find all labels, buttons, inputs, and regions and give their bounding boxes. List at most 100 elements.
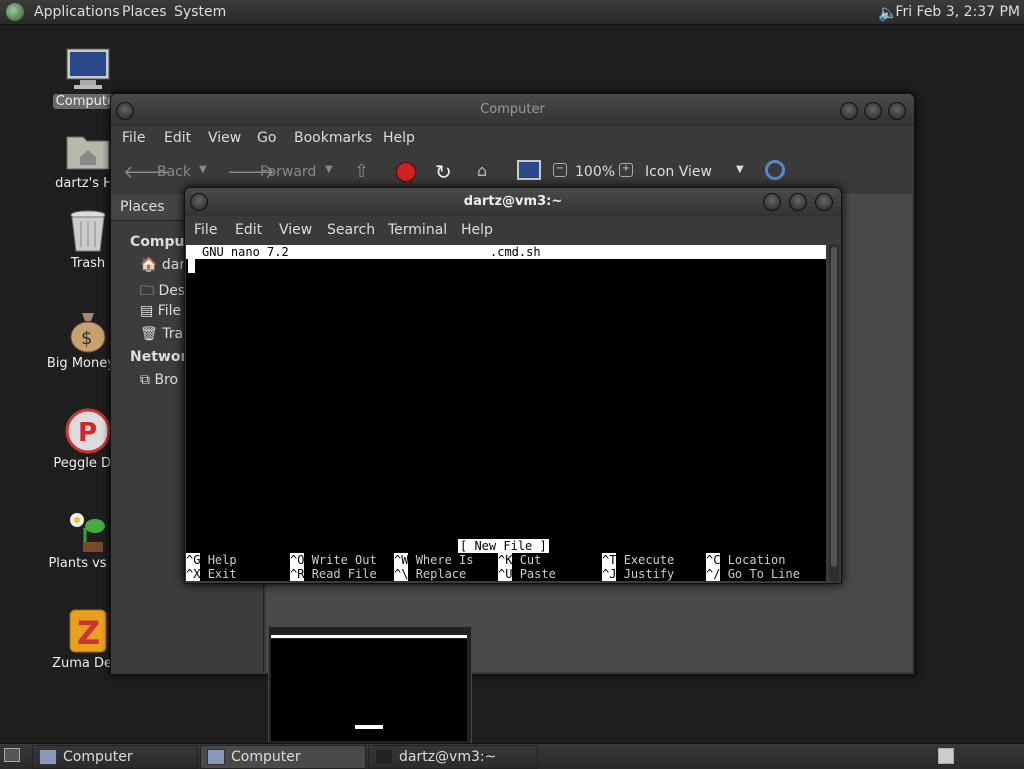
shortcut-write-out: ^O Write Out [290, 553, 377, 567]
terminal-menu-edit[interactable]: Edit [235, 222, 262, 238]
terminal-menu-help[interactable]: Help [461, 222, 493, 238]
terminal-menu-view[interactable]: View [279, 222, 312, 238]
terminal-maximize-button[interactable] [789, 193, 807, 211]
back-button[interactable]: Back [157, 164, 191, 180]
shortcut-cut: ^K Cut [498, 553, 542, 567]
shortcut-exit: ^X Exit [186, 567, 237, 581]
places-menu[interactable]: Places [122, 4, 167, 20]
network-icon: ⧉ [140, 372, 150, 388]
file-manager-titlebar[interactable]: Computer [111, 94, 914, 126]
svg-text:$: $ [81, 328, 92, 349]
view-mode-dropdown-icon[interactable]: ▼ [736, 164, 744, 175]
taskbar-item-terminal[interactable]: dartz@vm3:~ [368, 745, 538, 769]
menu-help[interactable]: Help [383, 130, 415, 146]
nano-version: GNU nano 7.2 [202, 245, 289, 259]
terminal-menu-search[interactable]: Search [327, 222, 375, 238]
computer-icon [64, 46, 112, 92]
home-folder-icon: 🏠 [140, 257, 158, 273]
zuma-icon: Z [64, 608, 112, 654]
sidebar-item-filesystem[interactable]: ▤ File [140, 303, 181, 319]
file-manager-toolbar: 🡐 Back ▼ 🡒 Forward ▼ ⇧ ↻ ⌂ − 100% + Icon… [111, 152, 914, 192]
terminal-screen[interactable]: GNU nano 7.2 .cmd.sh [ New File ] ^G Hel… [186, 245, 826, 581]
terminal-close-button[interactable] [815, 193, 833, 211]
sidebar-section-computer: Comput [130, 234, 192, 250]
sidebar-item-home[interactable]: 🏠 dar [140, 257, 185, 273]
terminal-scrollbar[interactable] [829, 245, 839, 581]
menu-view[interactable]: View [208, 130, 241, 146]
home-icon[interactable]: ⌂ [477, 161, 487, 180]
terminal-menu-file[interactable]: File [194, 222, 217, 238]
top-panel: Applications Places System 🔈 Fri Feb 3, … [0, 0, 1024, 25]
window-menu-button[interactable] [116, 102, 134, 120]
terminal-minimize-button[interactable] [763, 193, 781, 211]
up-arrow-icon[interactable]: ⇧ [354, 161, 369, 182]
taskbar-item-computer-1[interactable]: Computer [32, 745, 198, 769]
money-bag-icon: $ [64, 308, 112, 354]
taskbar-item-computer-2[interactable]: Computer [200, 745, 366, 769]
system-menu[interactable]: System [174, 4, 226, 20]
back-dropdown-icon[interactable]: ▼ [199, 164, 207, 175]
terminal-menu-terminal[interactable]: Terminal [388, 222, 447, 238]
clock[interactable]: Fri Feb 3, 2:37 PM [895, 4, 1020, 20]
computer-icon [39, 749, 57, 765]
view-mode-select[interactable]: Icon View [645, 164, 712, 180]
window-preview-thumbnail [268, 626, 472, 746]
sidebar-item-desktop[interactable]: 🗀 Des [140, 280, 185, 304]
scrollbar-thumb[interactable] [831, 247, 837, 567]
home-folder-icon [64, 128, 112, 174]
nano-status: [ New File ] [458, 539, 549, 553]
svg-text:Z: Z [77, 614, 100, 652]
shortcut-help: ^G Help [186, 553, 237, 567]
maximize-button[interactable] [864, 102, 882, 120]
search-icon[interactable] [765, 160, 785, 180]
shortcut-paste: ^U Paste [498, 567, 556, 581]
computer-toolbar-icon[interactable] [517, 160, 541, 180]
sidebar-item-trash[interactable]: 🗑 Tra [140, 326, 183, 342]
bottom-panel: Computer Computer dartz@vm3:~ [0, 743, 1024, 769]
forward-dropdown-icon[interactable]: ▼ [325, 164, 333, 175]
shortcut-where-is: ^W Where Is [394, 553, 474, 567]
peggle-icon: P [64, 408, 112, 454]
show-desktop-icon[interactable] [4, 748, 20, 762]
zoom-in-icon[interactable]: + [619, 163, 633, 177]
close-button[interactable] [888, 102, 906, 120]
plants-icon [64, 508, 112, 554]
shortcut-read-file: ^R Read File [290, 567, 377, 581]
desktop-folder-icon: 🗀 [140, 283, 154, 299]
stop-icon[interactable] [396, 162, 416, 182]
computer-icon [207, 749, 225, 765]
preview-status [355, 725, 383, 729]
zoom-out-icon[interactable]: − [553, 163, 567, 177]
preview-header-bar [271, 635, 467, 638]
terminal-icon [375, 749, 393, 765]
menu-bookmarks[interactable]: Bookmarks [294, 130, 372, 146]
menu-go[interactable]: Go [257, 130, 276, 146]
terminal-window: dartz@vm3:~ File Edit View Search Termin… [184, 187, 842, 584]
zoom-level: 100% [575, 164, 616, 180]
sidebar-item-browse-network[interactable]: ⧉ Bro [140, 372, 178, 388]
terminal-titlebar[interactable]: dartz@vm3:~ [185, 188, 841, 216]
shortcut-replace: ^\ Replace [394, 567, 467, 581]
gnome-foot-icon[interactable] [6, 3, 24, 21]
applications-menu[interactable]: Applications [34, 4, 120, 20]
trash-small-icon: 🗑 [140, 326, 158, 342]
shortcut-execute: ^T Execute [602, 553, 675, 567]
reload-icon[interactable]: ↻ [435, 160, 452, 184]
minimize-button[interactable] [840, 102, 858, 120]
trash-icon [64, 208, 112, 254]
file-manager-menubar: File Edit View Go Bookmarks Help [111, 126, 914, 152]
nano-header: GNU nano 7.2 .cmd.sh [186, 245, 826, 259]
shortcut-go-to-line: ^/ Go To Line [706, 567, 800, 581]
menu-edit[interactable]: Edit [164, 130, 191, 146]
text-cursor [188, 259, 195, 273]
workspace-switcher[interactable] [938, 748, 954, 764]
terminal-menubar: File Edit View Search Terminal Help [185, 216, 841, 244]
window-title: Computer [480, 102, 545, 117]
nano-filename: .cmd.sh [490, 245, 541, 259]
filesystem-icon: ▤ [140, 303, 154, 319]
menu-file[interactable]: File [122, 130, 145, 146]
shortcut-location: ^C Location [706, 553, 786, 567]
svg-text:P: P [78, 418, 97, 448]
terminal-window-menu-button[interactable] [190, 193, 208, 211]
forward-button[interactable]: Forward [260, 164, 316, 180]
